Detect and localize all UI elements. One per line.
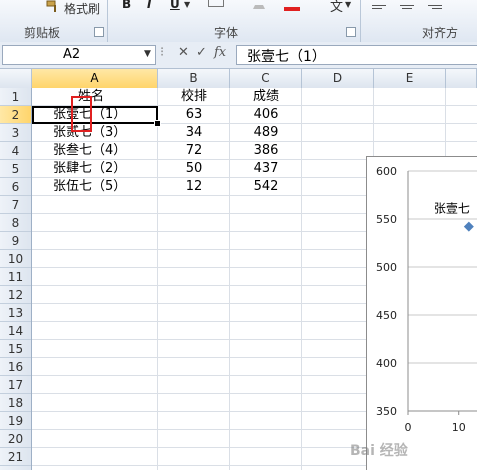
row-header[interactable]: 2 <box>0 106 31 124</box>
column-header-a[interactable]: A <box>32 69 158 88</box>
clipboard-launcher-icon[interactable] <box>94 27 104 37</box>
y-tick-label: 400 <box>376 357 397 370</box>
row-header[interactable]: 20 <box>0 430 31 448</box>
align-center-icon[interactable] <box>400 0 414 14</box>
data-label: 张壹七 <box>434 202 470 216</box>
row-header[interactable]: 7 <box>0 196 31 214</box>
y-tick-label: 600 <box>376 165 397 178</box>
group-separator <box>360 0 361 42</box>
align-right-icon[interactable] <box>428 0 442 14</box>
cell-score[interactable]: 489 <box>230 124 302 142</box>
underline-button[interactable]: U <box>170 0 180 11</box>
chevron-down-icon[interactable]: ▼ <box>184 0 190 9</box>
row-header[interactable]: 17 <box>0 376 31 394</box>
name-box-value: A2 <box>63 47 81 62</box>
name-box[interactable]: A2 ▼ <box>2 45 156 65</box>
font-launcher-icon[interactable] <box>346 27 356 37</box>
fill-color-icon[interactable] <box>253 0 267 9</box>
cell-score[interactable]: 386 <box>230 142 302 160</box>
alignment-group-label: 对齐方 <box>422 26 459 40</box>
font-group-label: 字体 <box>214 26 239 40</box>
chart-plot: 600 550 500 450 400 350 0 10 张壹七 <box>376 165 477 434</box>
header-cell-score[interactable]: 成绩 <box>230 88 302 106</box>
border-icon[interactable] <box>208 0 224 7</box>
column-headers: A B C D E <box>0 69 477 89</box>
x-tick-label: 0 <box>405 421 412 434</box>
group-separator <box>107 0 108 42</box>
annotation-box <box>71 96 92 132</box>
chevron-down-icon[interactable]: ▼ <box>345 0 351 9</box>
row-header[interactable]: 5 <box>0 160 31 178</box>
cell-rank[interactable]: 63 <box>158 106 230 124</box>
fill-handle[interactable] <box>154 120 161 127</box>
ribbon: 格式刷 B I U ▼ 文 ▼ 剪贴板 字体 对齐方 <box>0 0 477 43</box>
cell-rank[interactable]: 72 <box>158 142 230 160</box>
cell-name[interactable]: 张伍七（5） <box>53 178 126 196</box>
scatter-chart[interactable]: 600 550 500 450 400 350 0 10 张壹七 <box>366 156 477 470</box>
row-header[interactable]: 9 <box>0 232 31 250</box>
formula-input[interactable]: 张壹七（1） <box>236 45 477 65</box>
row-header[interactable]: 8 <box>0 214 31 232</box>
enter-icon[interactable]: ✓ <box>196 45 207 60</box>
row-header[interactable]: 11 <box>0 268 31 286</box>
row-header[interactable]: 13 <box>0 304 31 322</box>
cell-score[interactable]: 437 <box>230 160 302 178</box>
row-headers: 1 2 3 4 5 6 7 8 9 10 11 12 13 14 15 16 1… <box>0 88 32 470</box>
italic-button[interactable]: I <box>147 0 151 11</box>
row-header[interactable]: 3 <box>0 124 31 142</box>
column-header-e[interactable]: E <box>374 69 446 88</box>
formula-buttons: ⁝ ✕ ✓ fx <box>160 45 230 63</box>
row-header[interactable]: 10 <box>0 250 31 268</box>
cell-score[interactable]: 406 <box>230 106 302 124</box>
column-header-b[interactable]: B <box>158 69 230 88</box>
column-header-c[interactable]: C <box>230 69 302 88</box>
row-header[interactable]: 4 <box>0 142 31 160</box>
x-tick-label: 10 <box>452 421 466 434</box>
watermark: Bai 经验 <box>350 443 408 459</box>
select-all-corner[interactable] <box>0 69 32 88</box>
wen-button[interactable]: 文 <box>330 0 343 15</box>
format-painter-button[interactable]: 格式刷 <box>64 0 100 17</box>
data-point[interactable] <box>463 221 474 232</box>
cell-rank[interactable]: 50 <box>158 160 230 178</box>
cancel-icon[interactable]: ✕ <box>178 45 189 60</box>
y-tick-label: 550 <box>376 213 397 226</box>
row-header[interactable]: 12 <box>0 286 31 304</box>
column-header-f[interactable] <box>446 69 477 88</box>
y-tick-label: 500 <box>376 261 397 274</box>
row-header[interactable]: 19 <box>0 412 31 430</box>
cell-rank[interactable]: 34 <box>158 124 230 142</box>
row-header[interactable]: 18 <box>0 394 31 412</box>
clipboard-group-label: 剪贴板 <box>24 26 61 40</box>
y-tick-label: 450 <box>376 309 397 322</box>
cell-score[interactable]: 542 <box>230 178 302 196</box>
header-cell-rank[interactable]: 校排 <box>158 88 230 106</box>
format-painter-icon[interactable] <box>46 0 60 12</box>
cell-rank[interactable]: 12 <box>158 178 230 196</box>
column-header-d[interactable]: D <box>302 69 374 88</box>
active-cell-border <box>32 106 158 124</box>
formula-content: 张壹七（1） <box>247 49 326 65</box>
cell-name[interactable]: 张肆七（2） <box>53 160 126 178</box>
chevron-down-icon[interactable]: ▼ <box>144 49 151 59</box>
row-header[interactable]: 1 <box>0 88 31 106</box>
font-color-icon[interactable] <box>284 0 300 11</box>
bold-button[interactable]: B <box>122 0 131 11</box>
row-header[interactable]: 21 <box>0 448 31 466</box>
row-header[interactable]: 14 <box>0 322 31 340</box>
align-left-icon[interactable] <box>372 0 386 14</box>
cell-name[interactable]: 张叁七（4） <box>53 142 126 160</box>
y-tick-label: 350 <box>376 405 397 418</box>
row-header[interactable]: 16 <box>0 358 31 376</box>
insert-function-icon[interactable]: fx <box>214 45 226 60</box>
resize-handle-icon[interactable]: ⁝ <box>160 45 164 60</box>
formula-bar: A2 ▼ ⁝ ✕ ✓ fx 张壹七（1） <box>0 42 477 69</box>
row-header[interactable]: 15 <box>0 340 31 358</box>
row-header[interactable]: 6 <box>0 178 31 196</box>
